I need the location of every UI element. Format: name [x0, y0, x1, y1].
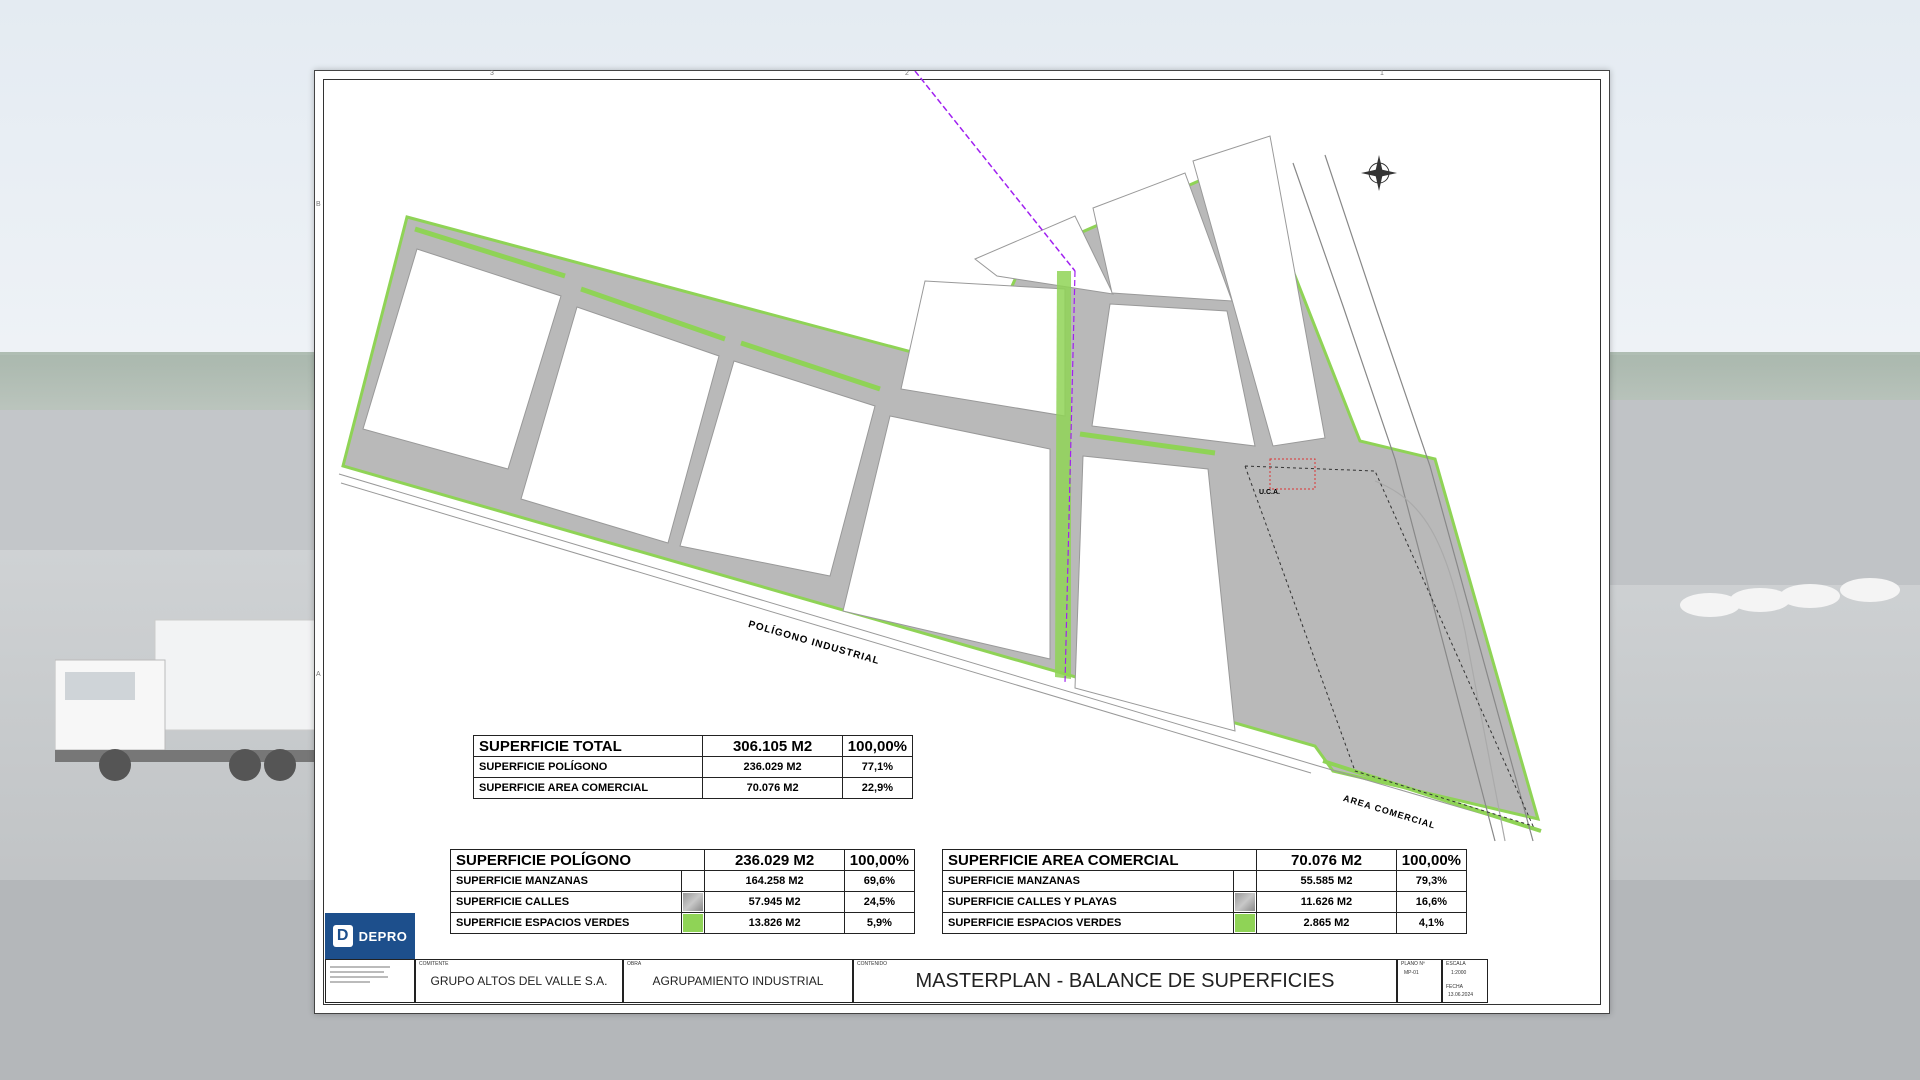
poligono-row-pct: 24,5%	[843, 891, 916, 913]
comercial-pct: 100,00%	[1395, 849, 1468, 871]
depro-logo-icon: D	[332, 925, 353, 947]
project-caption: OBRA	[627, 961, 642, 967]
streets-swatch	[683, 893, 704, 911]
green-areas-swatch	[683, 914, 704, 932]
comercial-row-label: SUPERFICIE CALLES Y PLAYAS	[942, 891, 1234, 913]
client-name: GRUPO ALTOS DEL VALLE S.A.	[430, 974, 608, 988]
uca-label: U.C.A.	[1259, 489, 1280, 496]
poligono-row-swatch	[680, 870, 706, 892]
comercial-row-area: 2.865 M2	[1256, 912, 1397, 934]
background-cars	[1680, 578, 1900, 617]
address-placeholder	[330, 966, 390, 983]
comercial-row-swatch	[1232, 870, 1258, 892]
comercial-row-area: 55.585 M2	[1256, 870, 1397, 892]
sheet-title: MASTERPLAN - BALANCE DE SUPERFICIES	[915, 970, 1335, 992]
escala-value: 1:2000	[1451, 970, 1467, 976]
streets-swatch	[1234, 893, 1255, 911]
title-block-scale-date: ESCALA 1:2000 FECHA 13.06.2024	[1442, 959, 1488, 1003]
depro-logo: D DEPRO	[325, 913, 415, 959]
fecha-value: 13.06.2024	[1448, 992, 1474, 998]
client-caption: COMITENTE	[419, 961, 449, 967]
project-name: AGRUPAMIENTO INDUSTRIAL	[652, 974, 824, 988]
comercial-row-pct: 16,6%	[1395, 891, 1468, 913]
comercial-row-pct: 4,1%	[1395, 912, 1468, 934]
plano-value: MP-01	[1404, 970, 1419, 976]
table-superficie-total: SUPERFICIE TOTAL 306.105 M2 100,00% SUPE…	[472, 735, 914, 799]
comercial-row-swatch	[1232, 891, 1258, 913]
background-warehouse-left	[0, 410, 320, 550]
green-areas-swatch	[1234, 914, 1255, 932]
comercial-area: 70.076 M2	[1256, 849, 1397, 871]
poligono-row-area: 13.826 M2	[704, 912, 845, 934]
total-row-pct: 22,9%	[841, 777, 914, 799]
poligono-row-swatch	[680, 912, 706, 934]
title-block-project: OBRA AGRUPAMIENTO INDUSTRIAL	[623, 959, 853, 1003]
total-row-area: 236.029 M2	[702, 756, 843, 778]
background-truck	[55, 619, 315, 781]
poligono-row-area: 164.258 M2	[704, 870, 845, 892]
poligono-row-label: SUPERFICIE MANZANAS	[450, 870, 682, 892]
total-area: 306.105 M2	[702, 735, 843, 757]
table-superficie-area-comercial: SUPERFICIE AREA COMERCIAL 70.076 M2 100,…	[941, 849, 1468, 934]
title-block-client: COMITENTE GRUPO ALTOS DEL VALLE S.A.	[415, 959, 623, 1003]
total-row-area: 70.076 M2	[702, 777, 843, 799]
depro-logo-text: DEPRO	[358, 928, 408, 944]
title-block-content: CONTENIDO MASTERPLAN - BALANCE DE SUPERF…	[853, 959, 1397, 1003]
comercial-row-swatch	[1232, 912, 1258, 934]
total-row-pct: 77,1%	[841, 756, 914, 778]
poligono-pct: 100,00%	[843, 849, 916, 871]
comercial-row-label: SUPERFICIE MANZANAS	[942, 870, 1234, 892]
title-block-plano: PLANO Nº MP-01	[1397, 959, 1442, 1003]
poligono-row-swatch	[680, 891, 706, 913]
plano-caption: PLANO Nº	[1401, 961, 1425, 967]
comercial-row-label: SUPERFICIE ESPACIOS VERDES	[942, 912, 1234, 934]
total-row-label: SUPERFICIE POLÍGONO	[472, 756, 704, 778]
poligono-row-label: SUPERFICIE CALLES	[450, 891, 682, 913]
comercial-title: SUPERFICIE AREA COMERCIAL	[941, 849, 1258, 871]
table-superficie-poligono: SUPERFICIE POLÍGONO 236.029 M2 100,00% S…	[449, 849, 916, 934]
poligono-row-pct: 69,6%	[843, 870, 916, 892]
fecha-caption: FECHA	[1446, 984, 1463, 990]
background-warehouse-right	[1600, 400, 1920, 585]
poligono-row-pct: 5,9%	[843, 912, 916, 934]
content-caption: CONTENIDO	[857, 961, 887, 967]
poligono-row-label: SUPERFICIE ESPACIOS VERDES	[450, 912, 682, 934]
total-pct: 100,00%	[841, 735, 914, 757]
total-title: SUPERFICIE TOTAL	[472, 735, 704, 757]
escala-caption: ESCALA	[1446, 961, 1466, 967]
comercial-row-pct: 79,3%	[1395, 870, 1468, 892]
comercial-row-area: 11.626 M2	[1256, 891, 1397, 913]
poligono-area: 236.029 M2	[704, 849, 845, 871]
poligono-title: SUPERFICIE POLÍGONO	[449, 849, 706, 871]
title-block-address	[325, 959, 415, 1003]
masterplan-sheet: 3 2 1 B A POLÍGONO INDUSTRIAL AREA COMER…	[314, 70, 1610, 1014]
poligono-row-area: 57.945 M2	[704, 891, 845, 913]
total-row-label: SUPERFICIE AREA COMERCIAL	[472, 777, 704, 799]
